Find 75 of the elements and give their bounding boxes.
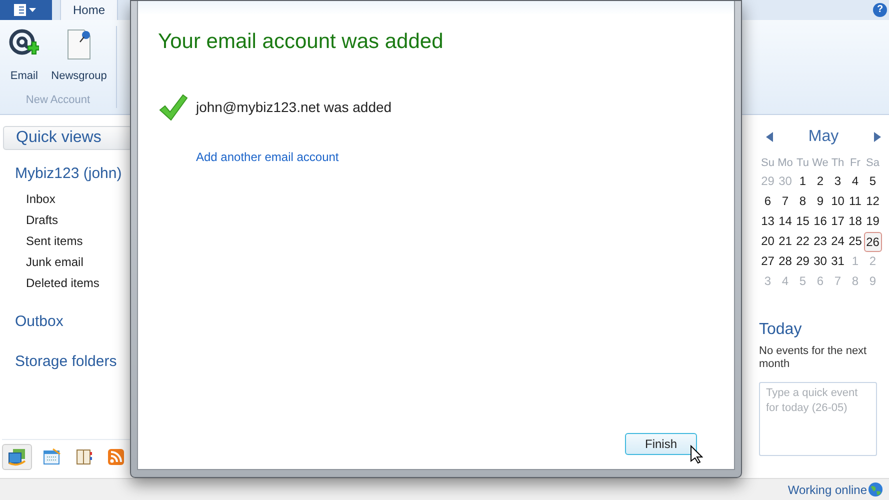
next-month-button[interactable] <box>874 132 881 142</box>
calendar-day[interactable]: 1 <box>794 172 812 192</box>
rss-feed-icon <box>108 449 124 465</box>
calendar-day[interactable]: 7 <box>776 192 794 212</box>
folder-item[interactable]: Sent items <box>26 230 132 252</box>
calendar-day[interactable]: 6 <box>759 192 776 212</box>
calendar-day[interactable]: 4 <box>846 172 864 192</box>
calendar-day[interactable]: 25 <box>846 232 864 252</box>
folder-section[interactable]: Outbox <box>15 310 132 333</box>
calendar-day[interactable]: 14 <box>776 212 794 232</box>
quick-event-field[interactable]: Type a quick event for today (26-05) <box>759 382 877 456</box>
cursor-icon <box>690 445 703 464</box>
folder-item[interactable]: Drafts <box>26 210 132 230</box>
app-menu-button[interactable] <box>0 0 52 20</box>
calendar-day[interactable]: 8 <box>794 192 812 212</box>
checkmark-icon <box>158 92 188 122</box>
calendar-day[interactable]: 31 <box>829 252 846 272</box>
calendar-day[interactable]: 30 <box>812 252 829 272</box>
calendar-month: May <box>808 127 839 147</box>
calendar-day[interactable]: 16 <box>812 212 829 232</box>
weekday-label: Sa <box>865 156 880 171</box>
calendar-day[interactable]: 9 <box>812 192 829 212</box>
dialog-title: Your email account was added <box>158 29 444 55</box>
calendar-day[interactable]: 17 <box>829 212 846 232</box>
folder-section[interactable]: Storage folders <box>15 351 132 374</box>
book-icon <box>75 448 93 466</box>
today-heading: Today <box>759 320 803 340</box>
calendar-day[interactable]: 11 <box>846 192 864 212</box>
mail-windows-icon <box>8 448 26 466</box>
folder-item[interactable]: Deleted items <box>26 272 132 294</box>
weekday-label: We <box>812 156 829 171</box>
calendar-day[interactable]: 27 <box>759 252 776 272</box>
ribbon-tab[interactable]: Home <box>60 0 118 20</box>
menu-icon <box>14 4 38 16</box>
weekday-label: Fr <box>849 156 862 171</box>
ribbon-group-label: New Account <box>26 92 90 108</box>
add-account-link[interactable]: Add another email account <box>196 148 339 166</box>
quick-views-header: Quick views <box>3 126 132 150</box>
calendar-day[interactable]: 13 <box>759 212 776 232</box>
right-arrow-icon <box>874 132 881 142</box>
success-message: john@mybiz123.net was added <box>196 98 392 117</box>
left-arrow-icon <box>766 132 773 142</box>
calendar-day[interactable]: 20 <box>759 232 776 252</box>
calendar-day[interactable]: 19 <box>864 212 882 232</box>
help-button[interactable]: ? <box>873 3 887 17</box>
calendar-day[interactable]: 18 <box>846 212 864 232</box>
folder-item[interactable]: Inbox <box>26 188 132 210</box>
calendar-day[interactable]: 23 <box>812 232 829 252</box>
no-events-text: No events for the next month <box>759 344 868 370</box>
calendar-day[interactable]: 2 <box>812 172 829 192</box>
ribbon-button[interactable]: Newsgroup <box>47 28 111 84</box>
ribbon-button[interactable]: Email <box>5 28 44 84</box>
calendar-day[interactable]: 5 <box>864 172 882 192</box>
calendar-day[interactable]: 22 <box>794 232 812 252</box>
calendar-icon <box>43 448 61 466</box>
calendar-day[interactable]: 12 <box>864 192 882 212</box>
finish-button[interactable]: Finish <box>625 433 697 455</box>
nav-button[interactable] <box>2 444 32 470</box>
weekday-label: Th <box>830 156 846 171</box>
weekday-label: Tu <box>796 156 810 171</box>
folder-item[interactable]: Junk email <box>26 252 132 272</box>
weekday-label: Mo <box>776 156 794 171</box>
calendar-day[interactable]: 26 <box>864 232 882 252</box>
calendar-day[interactable]: 10 <box>829 192 846 212</box>
weekday-label: Su <box>760 156 776 171</box>
status-text: Working online <box>788 482 867 498</box>
globe-icon <box>868 482 883 497</box>
calendar-day[interactable]: 29 <box>794 252 812 272</box>
calendar-day[interactable]: 28 <box>776 252 794 272</box>
previous-month-button[interactable] <box>766 132 773 142</box>
calendar-day[interactable]: 24 <box>829 232 846 252</box>
calendar-day[interactable]: 21 <box>776 232 794 252</box>
calendar-day[interactable]: 15 <box>794 212 812 232</box>
calendar-day[interactable]: 3 <box>829 172 846 192</box>
account-name[interactable]: Mybiz123 (john) <box>15 163 132 186</box>
